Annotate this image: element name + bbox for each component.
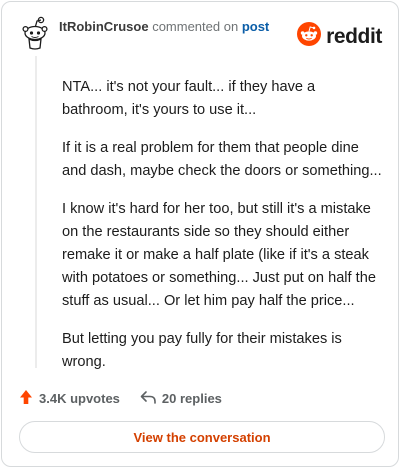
comment-card: ItRobinCrusoe commented on post reddit N… [1,1,399,467]
replies-count: 20 replies [161,390,222,406]
comment-paragraph: But letting you pay fully for their mist… [62,331,342,370]
snoo-avatar-icon [19,16,51,52]
reddit-logo-icon [297,22,322,51]
comment-paragraph: I know it's hard for her too, but still … [62,201,376,309]
comment-footer: 3.4K upvotes 20 replies [19,388,222,408]
author-line: ItRobinCrusoe commented on post [59,19,269,35]
view-conversation-button[interactable]: View the conversation [19,421,385,453]
reddit-wordmark: reddit [326,24,382,48]
upvotes-stat[interactable]: 3.4K upvotes [19,389,120,408]
upvote-arrow-icon [19,389,39,408]
author-name[interactable]: ItRobinCrusoe [59,19,149,34]
post-link[interactable]: post [242,19,269,34]
upvotes-count: 3.4K upvotes [39,390,120,406]
replies-stat[interactable]: 20 replies [140,390,222,407]
reply-arrow-icon [140,390,162,407]
comment-body: NTA... it's not your fault... if they ha… [62,76,384,389]
comment-paragraph: If it is a real problem for them that pe… [62,140,382,179]
reddit-logo[interactable]: reddit [297,22,382,51]
thread-line [35,56,37,368]
comment-paragraph: NTA... it's not your fault... if they ha… [62,79,316,118]
comment-action-text: commented on [152,19,239,34]
